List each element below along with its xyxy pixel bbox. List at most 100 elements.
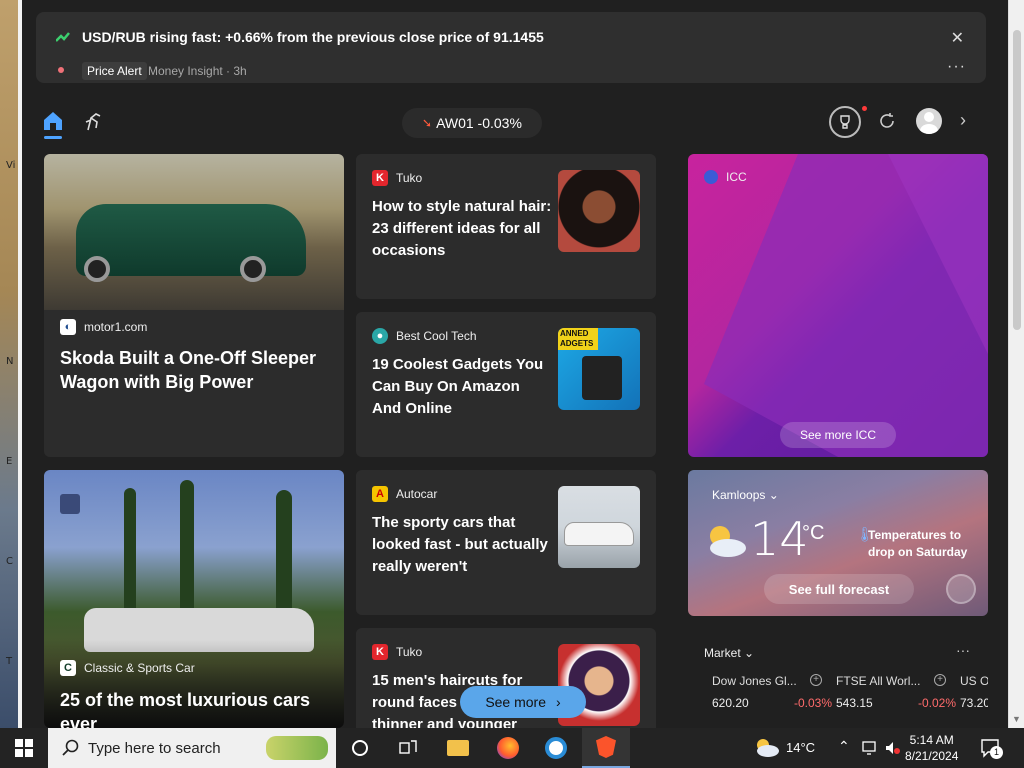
weather-map-icon[interactable]: [946, 574, 976, 604]
sports-icon[interactable]: [82, 110, 104, 132]
gadgets-thumb-text: ANNED ADGETS: [558, 328, 598, 350]
brave-button[interactable]: [582, 728, 630, 768]
card-title: How to style natural hair: 23 different …: [372, 198, 552, 259]
desktop-icon-label[interactable]: T: [6, 656, 12, 667]
market-title-label: Market: [704, 646, 741, 660]
weather-city-label: Kamloops: [712, 488, 766, 502]
tray-time: 5:14 AM: [909, 733, 954, 747]
refresh-icon[interactable]: [877, 111, 897, 131]
bookmark-icon[interactable]: [60, 494, 80, 514]
desktop-icon-label[interactable]: N: [6, 356, 13, 367]
icc-graphic: [704, 154, 988, 457]
task-view-icon: [399, 740, 417, 754]
news-card-motor1[interactable]: ◐ motor1.com Skoda Built a One-Off Sleep…: [44, 154, 344, 457]
card-title: Skoda Built a One-Off Sleeper Wagon with…: [60, 348, 317, 392]
news-card-tuko-hair[interactable]: K Tuko How to style natural hair: 23 dif…: [356, 154, 656, 299]
news-card-classic[interactable]: C Classic & Sports Car 25 of the most lu…: [44, 470, 344, 728]
card-source: C Classic & Sports Car: [60, 660, 195, 676]
notifications-button[interactable]: 1: [980, 738, 1003, 763]
chrome-button[interactable]: [532, 728, 580, 768]
see-more-button[interactable]: See more ›: [460, 686, 586, 718]
card-source: ICC: [704, 170, 747, 184]
desktop-icon-label[interactable]: Vi: [6, 160, 15, 171]
card-source: A Autocar: [372, 486, 437, 502]
avatar-body: [920, 124, 938, 134]
file-explorer-button[interactable]: [434, 728, 482, 768]
alert-source: Money Insight · 3h: [148, 64, 247, 78]
search-placeholder: Type here to search: [88, 739, 221, 757]
source-name: Autocar: [396, 487, 438, 501]
white-sports-car: [564, 522, 634, 546]
card-title: 19 Coolest Gadgets You Can Buy On Amazon…: [372, 356, 544, 417]
rewards-button[interactable]: [829, 106, 861, 138]
news-card-gadgets[interactable]: ● Best Cool Tech 19 Coolest Gadgets You …: [356, 312, 656, 457]
page-scrollbar[interactable]: ▼: [1008, 0, 1024, 728]
scrollbar-thumb[interactable]: [1013, 30, 1021, 330]
market-item-value: 620.20: [712, 696, 749, 710]
taskbar: Type here to search 14°C ⌃ 5:14 AM 8/21/…: [0, 728, 1024, 768]
home-icon[interactable]: [42, 110, 64, 132]
weather-city[interactable]: Kamloops ⌄: [712, 488, 779, 502]
market-item[interactable]: Dow Jones Gl... + 620.20 -0.03%: [712, 674, 832, 710]
network-icon[interactable]: [862, 740, 878, 756]
avatar-head: [924, 112, 934, 122]
add-icon[interactable]: +: [934, 674, 946, 686]
more-options-icon[interactable]: ···: [947, 58, 966, 76]
widgets-toolbar: ➘ AW01 -0.03% ›: [22, 104, 1008, 140]
desktop-icon-label[interactable]: E: [6, 456, 12, 467]
home-tab-indicator: [44, 136, 62, 139]
search-highlight-image[interactable]: [266, 736, 328, 760]
car-photo: [44, 154, 344, 310]
market-item[interactable]: FTSE All Worl... + 543.15 -0.02%: [836, 674, 956, 710]
see-more-icc-button[interactable]: See more ICC: [780, 422, 896, 448]
tray-weather-temp[interactable]: 14°C: [786, 740, 815, 755]
windows-logo-icon: [15, 739, 33, 757]
stock-ticker-pill[interactable]: ➘ AW01 -0.03%: [402, 108, 542, 138]
volume-muted-icon[interactable]: [884, 740, 900, 756]
market-item-change: -0.03%: [793, 696, 832, 710]
close-icon[interactable]: ✕: [951, 28, 964, 48]
chevron-up-icon[interactable]: ⌃: [838, 738, 850, 755]
icc-card[interactable]: ICC See more ICC: [688, 154, 988, 457]
chrome-icon: [545, 737, 567, 759]
tray-clock[interactable]: 5:14 AM 8/21/2024: [905, 732, 958, 764]
task-view-cortana-button[interactable]: [336, 728, 384, 768]
alert-status-dot: [58, 67, 64, 73]
cypress-tree: [124, 488, 136, 628]
price-alert-card[interactable]: USD/RUB rising fast: +0.66% from the pre…: [36, 12, 986, 83]
market-title[interactable]: Market ⌄: [704, 646, 754, 660]
market-item-value: 543.15: [836, 696, 873, 710]
car-wheel: [240, 256, 266, 282]
motor1-logo-icon: ◐: [60, 319, 76, 335]
add-icon[interactable]: +: [810, 674, 822, 686]
card-source: ● Best Cool Tech: [372, 328, 477, 344]
arrow-down-icon: ➘: [422, 116, 433, 130]
firefox-button[interactable]: [484, 728, 532, 768]
folder-icon: [447, 740, 469, 756]
market-item-name: US O: [960, 674, 988, 688]
more-options-icon[interactable]: ···: [956, 642, 970, 658]
weather-card[interactable]: Kamloops ⌄ 14 °C 🌡 Temperatures to drop …: [688, 470, 988, 616]
autocar-logo-icon: A: [372, 486, 388, 502]
news-card-autocar[interactable]: A Autocar The sporty cars that looked fa…: [356, 470, 656, 615]
source-name: ICC: [726, 170, 747, 184]
chevron-down-icon: ⌄: [744, 646, 755, 660]
brave-icon: [596, 736, 616, 758]
market-item[interactable]: US O 73.20: [960, 674, 988, 710]
source-name: Classic & Sports Car: [84, 661, 195, 675]
widgets-panel: USD/RUB rising fast: +0.66% from the pre…: [22, 0, 1008, 728]
card-source: K Tuko: [372, 170, 422, 186]
desktop-icon-label[interactable]: C: [6, 556, 13, 567]
taskbar-search-box[interactable]: Type here to search: [48, 728, 336, 768]
see-full-forecast-button[interactable]: See full forecast: [764, 574, 914, 604]
scroll-down-arrow-icon[interactable]: ▼: [1012, 714, 1021, 724]
start-button[interactable]: [0, 728, 48, 768]
partly-cloudy-icon[interactable]: [752, 736, 780, 758]
task-view-button[interactable]: [384, 728, 432, 768]
source-name: Tuko: [396, 171, 423, 185]
card-title: 25 of the most luxurious cars ever: [60, 690, 311, 728]
avatar[interactable]: [916, 108, 942, 134]
weather-temperature: 14: [750, 512, 809, 566]
chevron-right-icon[interactable]: ›: [960, 110, 966, 131]
cortana-icon: [352, 740, 368, 756]
